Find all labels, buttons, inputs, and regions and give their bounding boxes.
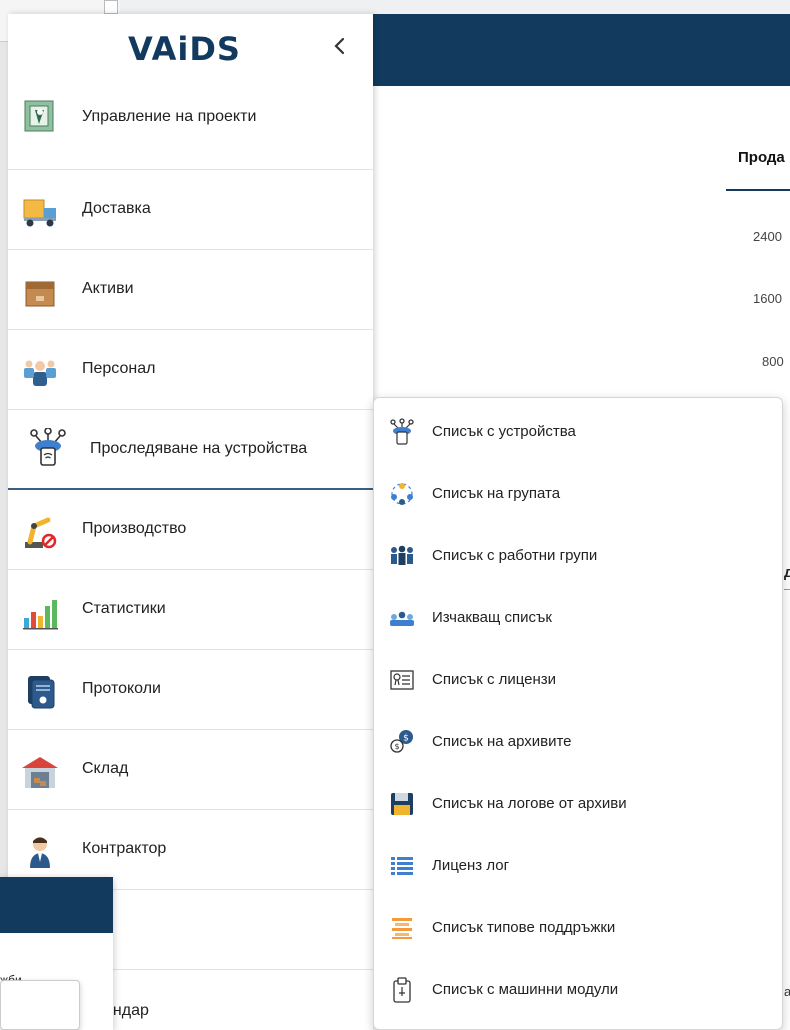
device-icon <box>388 418 416 446</box>
sidebar-item-label: Управление на проекти <box>82 108 257 125</box>
submenu-item-label: Списък с устройства <box>432 423 576 440</box>
app-logo[interactable]: VAiDS <box>128 30 241 68</box>
group-icon <box>388 480 416 508</box>
svg-text:$: $ <box>403 734 409 744</box>
license-icon <box>388 666 416 694</box>
sidebar-item-label: Активи <box>82 280 134 297</box>
background-window-header <box>0 877 113 933</box>
sidebar-item-protocols[interactable]: Протоколи <box>8 650 373 730</box>
chevron-left-icon[interactable] <box>328 34 352 58</box>
team-icon <box>20 352 60 392</box>
y-axis-tick: 2400 <box>753 229 782 244</box>
svg-text:$: $ <box>394 742 399 751</box>
box-icon <box>20 272 60 312</box>
sidebar-item-assets[interactable]: Активи <box>8 250 373 330</box>
sidebar-item-label: Персонал <box>82 360 156 377</box>
submenu-item-label: Списък на групата <box>432 485 561 502</box>
list-lines-icon <box>388 852 416 880</box>
sidebar-item-statistics[interactable]: Статистики <box>8 570 373 650</box>
device-tracking-submenu: Списък с устройства Списък на групата Сп… <box>373 397 783 1030</box>
sidebar-item-label: Доставка <box>82 200 151 217</box>
chart-title-underline <box>726 189 790 191</box>
submenu-item-group-list[interactable]: Списък на групата <box>374 462 782 524</box>
sidebar-item-label: Протоколи <box>82 680 161 697</box>
workgroup-icon <box>388 542 416 570</box>
submenu-item-archive-logs[interactable]: Списък на логове от архиви <box>374 772 782 834</box>
waiting-list-icon <box>388 604 416 632</box>
submenu-item-waiting-list[interactable]: Изчакващ списък <box>374 586 782 648</box>
submenu-item-device-list[interactable]: Списък с устройства <box>374 400 782 462</box>
submenu-item-label: Списък с машинни модули <box>432 981 619 998</box>
sidebar-item-delivery[interactable]: Доставка <box>8 170 373 250</box>
submenu-item-license-log[interactable]: Лиценз лог <box>374 834 782 896</box>
submenu-item-workgroup-list[interactable]: Списък с работни групи <box>374 524 782 586</box>
submenu-item-label: Списък типове поддръжки <box>432 919 616 936</box>
submenu-item-maintenance-types[interactable]: Списък типове поддръжки <box>374 896 782 958</box>
chart-title: Прода <box>738 149 785 166</box>
submenu-item-label: Лиценз лог <box>432 857 510 874</box>
bar-chart-icon <box>20 592 60 632</box>
sidebar-item-production[interactable]: Производство <box>8 490 373 570</box>
documents-icon <box>20 672 60 712</box>
submenu-item-label: Списък с работни групи <box>432 547 598 564</box>
submenu-item-license-list[interactable]: Списък с лицензи <box>374 648 782 710</box>
y-axis-tick: 1600 <box>753 291 782 306</box>
robot-arm-icon <box>20 512 60 552</box>
delivery-truck-icon <box>20 192 60 232</box>
background-strip <box>0 0 8 1030</box>
clipboard-icon <box>388 976 416 1004</box>
maintenance-types-icon <box>388 914 416 942</box>
sidebar-header: VAiDS <box>8 14 373 82</box>
sidebar-item-label: Производство <box>82 520 187 537</box>
submenu-item-archive-list[interactable]: $ $ Списък на архивите <box>374 710 782 772</box>
project-management-icon <box>20 96 60 136</box>
submenu-item-label: Изчакващ списък <box>432 609 552 626</box>
submenu-item-label: Списък с лицензи <box>432 671 557 688</box>
text-fragment: а <box>784 984 790 999</box>
sidebar-item-label: Склад <box>82 760 129 777</box>
sidebar-item-device-tracking[interactable]: Проследяване на устройства <box>8 410 373 490</box>
submenu-item-label: Списък на логове от архиви <box>432 795 627 812</box>
floppy-disk-icon <box>388 790 416 818</box>
submenu-item-label: Списък на архивите <box>432 733 572 750</box>
y-axis-tick: 800 <box>762 354 784 369</box>
warehouse-icon <box>20 752 60 792</box>
sidebar-item-personnel[interactable]: Персонал <box>8 330 373 410</box>
submenu-item-machine-modules[interactable]: Списък с машинни модули <box>374 958 782 1020</box>
sidebar-item-warehouse[interactable]: Склад <box>8 730 373 810</box>
device-tracking-icon <box>28 428 68 468</box>
sidebar-item-label: Статистики <box>82 600 166 617</box>
section-underline <box>784 589 790 590</box>
archive-coins-icon: $ $ <box>388 728 416 756</box>
contractor-icon <box>20 832 60 872</box>
sidebar-item-label: Контрактор <box>82 840 167 857</box>
sidebar-item-project-management[interactable]: Управление на проекти <box>8 88 373 170</box>
sidebar-item-label: Проследяване на устройства <box>90 440 308 457</box>
section-heading-fragment: д <box>784 564 790 581</box>
background-window-popup <box>0 980 80 1030</box>
